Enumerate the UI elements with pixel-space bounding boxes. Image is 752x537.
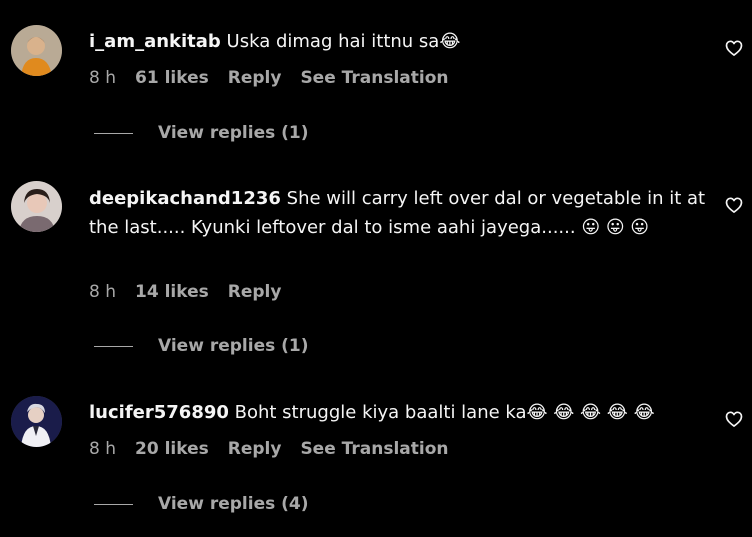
avatar-image (11, 396, 62, 447)
comment-likes[interactable]: 20 likes (135, 439, 209, 459)
reply-button[interactable]: Reply (228, 68, 282, 88)
like-heart-icon[interactable] (724, 409, 744, 429)
comment-time: 8 h (89, 439, 116, 459)
see-translation-button[interactable]: See Translation (300, 68, 448, 88)
replies-divider-line (94, 503, 133, 505)
comment-username[interactable]: lucifer576890 (89, 402, 229, 423)
see-translation-button[interactable]: See Translation (300, 439, 448, 459)
like-heart-icon[interactable] (724, 38, 744, 58)
comment-time: 8 h (89, 282, 116, 302)
avatar-image (11, 181, 62, 232)
reply-button[interactable]: Reply (228, 439, 282, 459)
view-replies-button[interactable]: View replies (1) (94, 123, 309, 143)
comment-emojis: 😂 😂 😂 😂 😂 (526, 402, 655, 423)
view-replies-label: View replies (1) (158, 123, 309, 143)
replies-divider-line (94, 132, 133, 134)
avatar[interactable] (11, 396, 62, 447)
comment-likes[interactable]: 61 likes (135, 68, 209, 88)
comment-text: Uska dimag hai ittnu sa (226, 31, 440, 52)
view-replies-label: View replies (1) (158, 336, 309, 356)
like-heart-icon[interactable] (724, 195, 744, 215)
view-replies-label: View replies (4) (158, 494, 309, 514)
comment-time: 8 h (89, 68, 116, 88)
comment-emojis: 😛 😛 😛 (575, 217, 650, 238)
avatar[interactable] (11, 181, 62, 232)
comment-text: Boht struggle kiya baalti lane ka (234, 402, 527, 423)
avatar[interactable] (11, 25, 62, 76)
comment-body: deepikachand1236 She will carry left ove… (89, 184, 709, 242)
comment-meta: 8 h 20 likes Reply See Translation (89, 439, 468, 459)
reply-button[interactable]: Reply (228, 282, 282, 302)
replies-divider-line (94, 345, 133, 347)
view-replies-button[interactable]: View replies (1) (94, 336, 309, 356)
comment-meta: 8 h 14 likes Reply (89, 282, 300, 302)
avatar-image (11, 25, 62, 76)
comment-emojis: 😂 (439, 31, 461, 52)
comment-body: i_am_ankitab Uska dimag hai ittnu sa😂 (89, 27, 709, 56)
comment-body: lucifer576890 Boht struggle kiya baalti … (89, 398, 709, 427)
comment-username[interactable]: i_am_ankitab (89, 31, 221, 52)
view-replies-button[interactable]: View replies (4) (94, 494, 309, 514)
comment-likes[interactable]: 14 likes (135, 282, 209, 302)
comment-username[interactable]: deepikachand1236 (89, 188, 281, 209)
comment-meta: 8 h 61 likes Reply See Translation (89, 68, 468, 88)
